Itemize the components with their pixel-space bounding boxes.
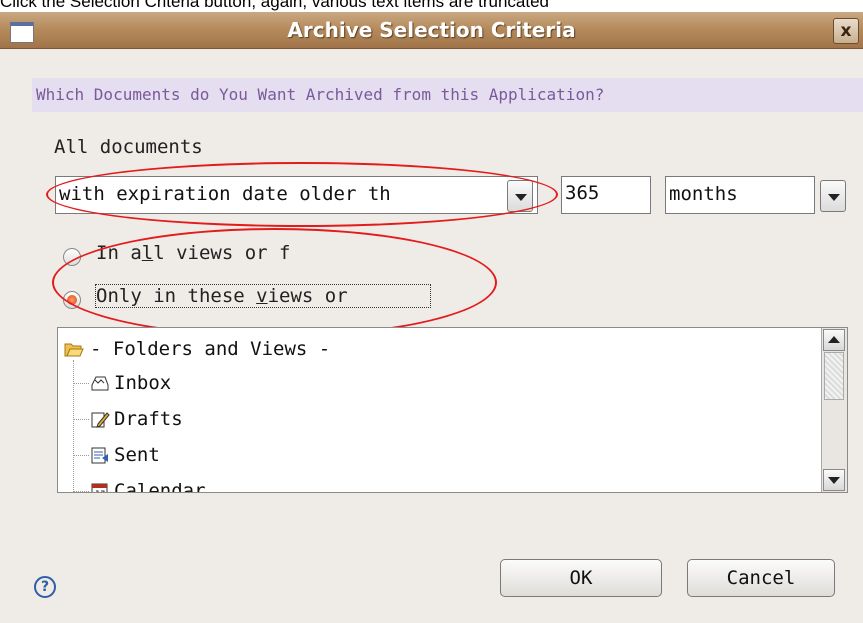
- tree-item-inbox[interactable]: Inbox: [114, 372, 171, 394]
- close-button[interactable]: x: [833, 18, 859, 44]
- tree-item-sent[interactable]: Sent: [114, 444, 160, 466]
- tree-guide: [73, 360, 74, 490]
- inbox-icon: [91, 376, 109, 391]
- tree-item-drafts[interactable]: Drafts: [114, 408, 183, 430]
- tree-item-calendar[interactable]: Calendar: [114, 480, 206, 492]
- question-banner: Which Documents do You Want Archived fro…: [32, 78, 863, 112]
- title-bar: Archive Selection Criteria x: [0, 12, 863, 49]
- sent-icon: [91, 447, 108, 464]
- window-title: Archive Selection Criteria: [287, 18, 576, 42]
- unit-dropdown[interactable]: months: [665, 176, 815, 214]
- tutorial-caption: Click the Selection Criteria button, aga…: [0, 0, 549, 11]
- help-icon[interactable]: ?: [34, 576, 56, 598]
- tree-root[interactable]: - Folders and Views -: [90, 338, 330, 360]
- calendar-icon: [91, 483, 108, 492]
- radio-all-views-label[interactable]: In all views or f: [96, 242, 291, 264]
- tree-guide: [73, 383, 89, 384]
- radio-selected-views[interactable]: [63, 291, 81, 309]
- tree-guide: [73, 419, 89, 420]
- folders-views-tree[interactable]: - Folders and Views - Inbox Drafts Sent …: [57, 327, 848, 493]
- tree-guide: [73, 491, 89, 492]
- dialog-body: Which Documents do You Want Archived fro…: [0, 49, 863, 623]
- scroll-up-button[interactable]: [823, 329, 845, 351]
- radio-all-views[interactable]: [63, 248, 81, 266]
- radio-selected-views-label[interactable]: Only in these views or: [95, 284, 431, 308]
- condition-value: with expiration date older th: [59, 183, 391, 205]
- folder-open-icon: [64, 343, 84, 357]
- scroll-down-button[interactable]: [823, 469, 845, 491]
- chevron-down-icon[interactable]: [507, 180, 533, 212]
- drafts-icon: [91, 412, 110, 428]
- condition-dropdown[interactable]: with expiration date older th: [55, 176, 538, 214]
- number-input[interactable]: 365: [561, 176, 651, 214]
- unit-value: months: [669, 183, 738, 205]
- tree-guide: [73, 455, 89, 456]
- tree-scrollbar[interactable]: [821, 328, 847, 492]
- chevron-down-icon[interactable]: [820, 180, 846, 212]
- scroll-thumb[interactable]: [824, 352, 844, 400]
- scope-label: All documents: [54, 136, 203, 158]
- cancel-button[interactable]: Cancel: [687, 559, 835, 597]
- ok-button[interactable]: OK: [500, 559, 662, 597]
